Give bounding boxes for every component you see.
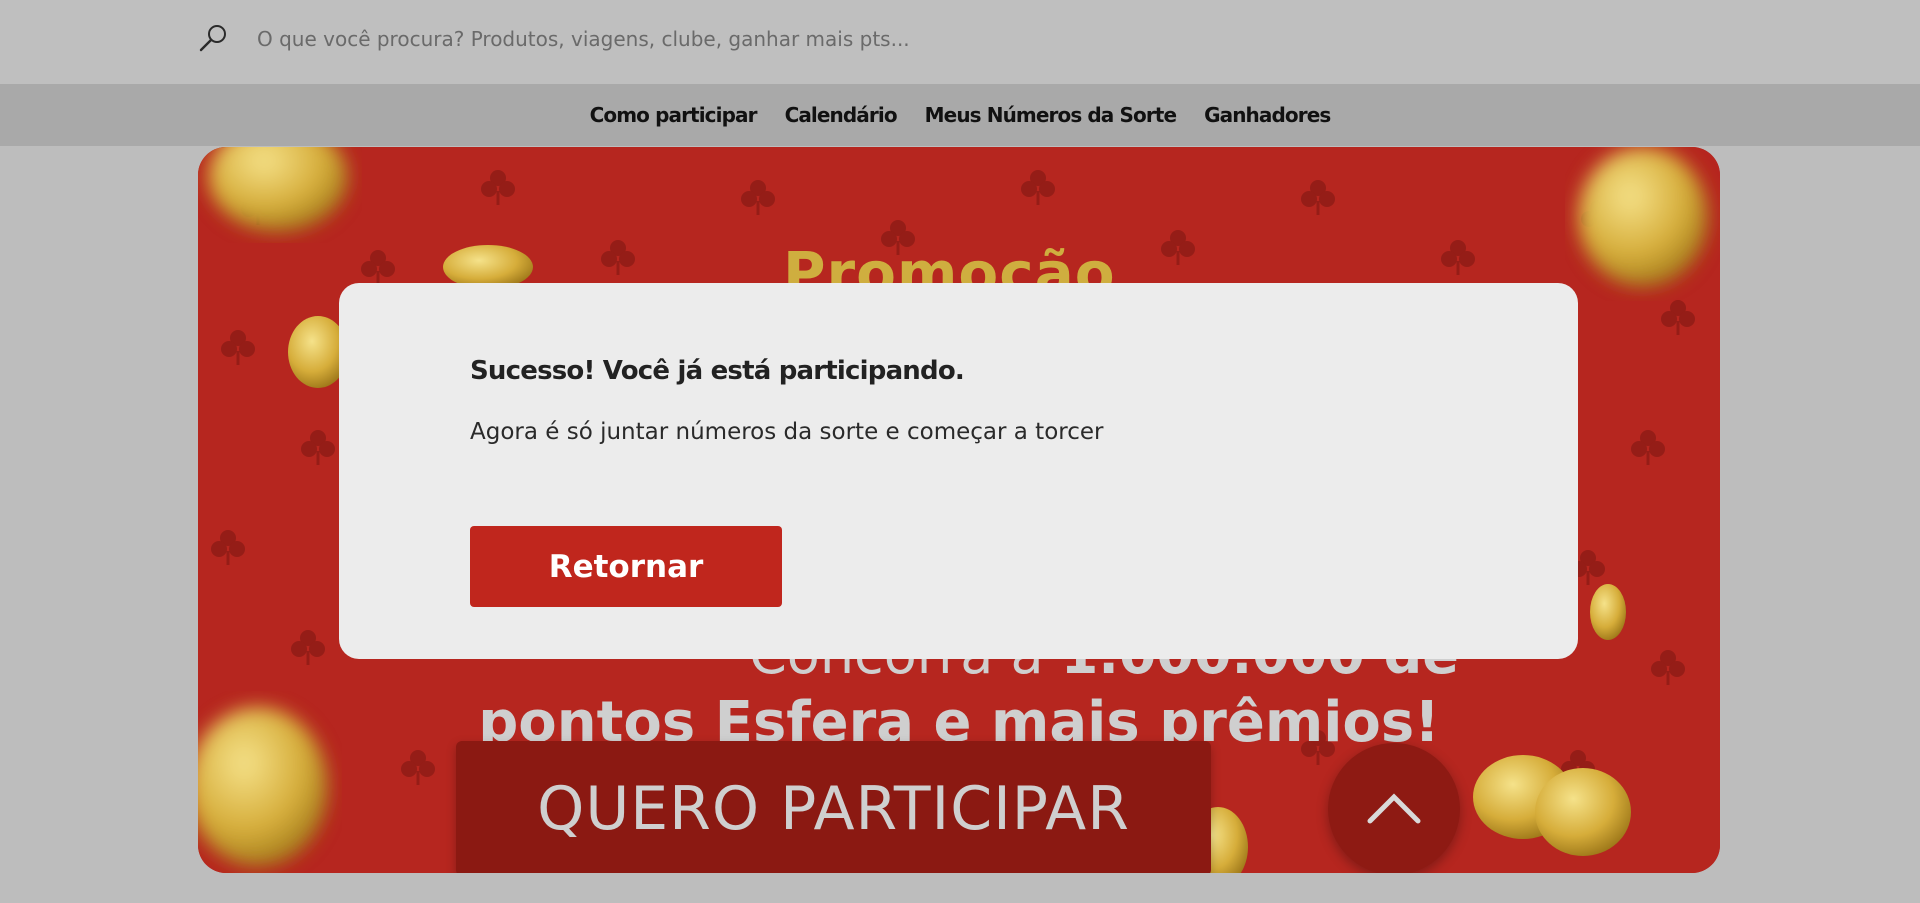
search-input[interactable] bbox=[257, 20, 1157, 58]
nav-item-como-participar[interactable]: Como participar bbox=[590, 103, 758, 127]
retornar-button[interactable]: Retornar bbox=[470, 526, 782, 607]
nav-item-calendario[interactable]: Calendário bbox=[785, 103, 898, 127]
promo-nav: Como participar Calendário Meus Números … bbox=[0, 84, 1920, 146]
dialog-title: Sucesso! Você já está participando. bbox=[470, 356, 965, 386]
chevron-up-icon bbox=[1367, 793, 1421, 824]
quero-participar-button[interactable]: QUERO PARTICIPAR bbox=[456, 741, 1211, 873]
search-bar bbox=[0, 0, 1920, 84]
dialog-message: Agora é só juntar números da sorte e com… bbox=[470, 419, 1104, 445]
success-dialog: Sucesso! Você já está participando. Agor… bbox=[339, 283, 1578, 659]
search-icon[interactable] bbox=[197, 22, 229, 54]
scroll-to-top-button[interactable] bbox=[1328, 743, 1460, 873]
nav-item-meus-numeros[interactable]: Meus Números da Sorte bbox=[925, 103, 1177, 127]
nav-item-ganhadores[interactable]: Ganhadores bbox=[1204, 103, 1331, 127]
